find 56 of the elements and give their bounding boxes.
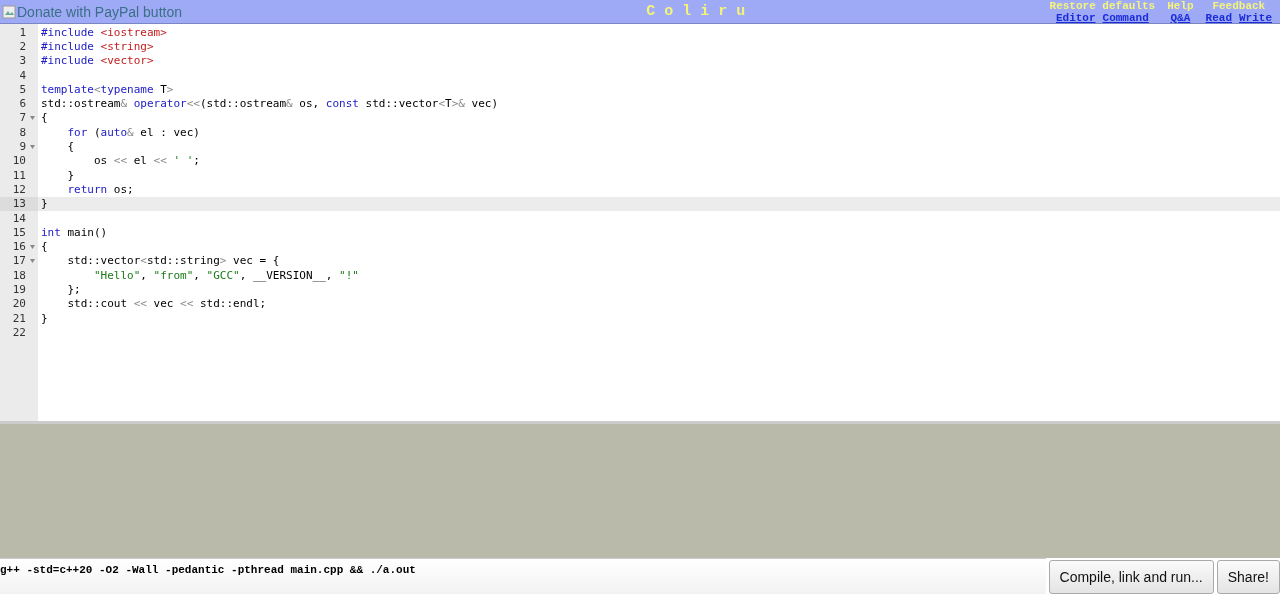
line-number: 6 [19, 97, 26, 111]
line-number: 17 [12, 254, 26, 268]
code-line: std::ostream& operator<<(std::ostream& os, const std::vector<T>& vec) [41, 97, 499, 111]
line-number: 5 [19, 82, 26, 96]
line-number: 21 [12, 311, 26, 325]
code-line: #include <iostream> [41, 25, 167, 39]
broken-image-icon [2, 4, 16, 19]
fold-arrow-icon[interactable] [29, 258, 35, 263]
code-line: }; [66, 283, 81, 296]
line-number: 8 [19, 125, 26, 139]
command-field[interactable]: g++ -std=c++20 -O2 -Wall -pedantic -pthread main.cpp && ./a.out [0, 558, 1046, 594]
code-line: std::vector<std::string> vec = { [66, 254, 280, 268]
line-number: 11 [12, 168, 26, 182]
fold-arrow-icon[interactable] [29, 115, 35, 120]
menu-link[interactable]: Write [1239, 11, 1272, 24]
code-line: template<typename T> [41, 82, 174, 96]
code-line: int main() [41, 225, 108, 239]
line-number: 2 [19, 39, 26, 53]
code-line: } [66, 168, 75, 182]
action-button[interactable]: Compile, link and run... [1048, 560, 1214, 594]
code-line: } [41, 197, 48, 211]
menu-link[interactable]: Command [1102, 11, 1149, 24]
code-line: } [41, 311, 48, 325]
code-line: "Hello", "from", "GCC", __VERSION__, "!" [92, 268, 359, 282]
action-button[interactable]: Share! [1216, 560, 1280, 594]
code-line: { [41, 240, 48, 254]
code-line: { [41, 111, 48, 125]
line-number: 16 [12, 240, 26, 254]
line-number: 9 [19, 140, 26, 153]
code-line: std::cout << vec << std::endl; [66, 297, 267, 311]
line-number: 15 [12, 225, 26, 239]
line-number: 18 [12, 268, 26, 282]
line-number: 7 [19, 111, 26, 125]
line-number: 10 [12, 154, 26, 168]
line-number: 13 [12, 197, 26, 211]
line-number: 1 [19, 25, 26, 39]
line-number: 4 [19, 68, 26, 82]
line-number: 19 [12, 283, 26, 296]
code-line: for (auto& el : vec) [66, 125, 200, 139]
code-line: return os; [66, 182, 134, 196]
code-line: #include <string> [41, 39, 154, 53]
line-number: 22 [12, 325, 26, 339]
fold-arrow-icon[interactable] [29, 244, 35, 249]
code-line: { [66, 140, 75, 153]
donate-link[interactable]: Donate with PayPal button [17, 3, 182, 20]
menu-link[interactable]: Editor [1055, 11, 1096, 24]
fold-arrow-icon[interactable] [29, 144, 35, 149]
site-title: C o l i r u [645, 3, 747, 20]
line-number: 14 [12, 211, 26, 225]
menu-link[interactable]: Read [1205, 11, 1232, 24]
menu-link[interactable]: Q&A [1170, 11, 1191, 24]
line-number: 12 [12, 182, 26, 196]
code-line: os << el << ' '; [92, 154, 200, 168]
code-line: #include <vector> [41, 54, 154, 68]
line-number: 20 [12, 297, 26, 311]
line-number: 3 [19, 54, 26, 68]
